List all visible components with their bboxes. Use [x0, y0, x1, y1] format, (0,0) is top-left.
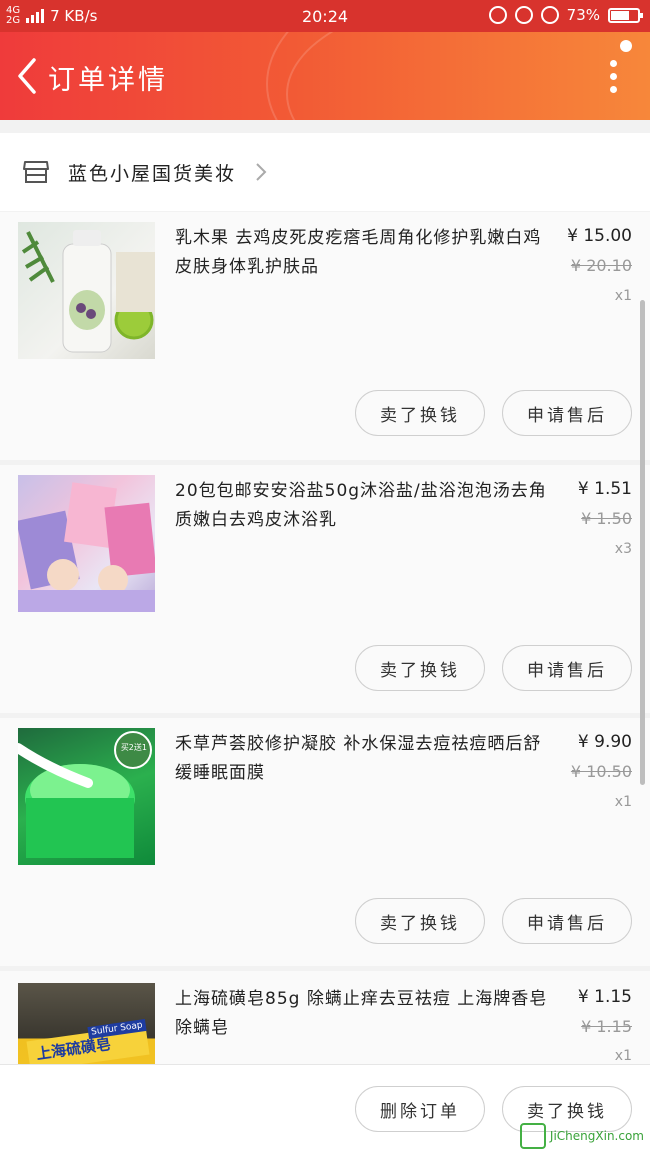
quantity: x1	[614, 288, 632, 304]
product-image[interactable]: 买2送1	[18, 728, 155, 865]
vibrate-icon	[488, 6, 507, 24]
product-price: ¥ 1.15	[577, 987, 632, 1007]
product-image[interactable]	[18, 222, 155, 359]
product-name[interactable]: 乳木果 去鸡皮死皮疙瘩毛周角化修护乳嫩白鸡皮肤身体乳护肤品	[175, 224, 555, 282]
shop-row[interactable]: 蓝色小屋国货美妆	[0, 133, 650, 211]
product-image[interactable]	[18, 475, 155, 612]
quantity: x1	[614, 1048, 632, 1064]
original-price: ¥ 10.50	[570, 762, 632, 781]
product-price: ¥ 1.51	[577, 479, 632, 499]
quantity: x1	[614, 794, 632, 810]
status-bar: 4G 2G 7 KB/s 20:24 73%	[0, 0, 650, 32]
notification-dot	[620, 40, 632, 52]
after-sales-button[interactable]: 申请售后	[502, 390, 632, 436]
back-arrow-icon[interactable]	[12, 56, 52, 96]
original-price: ¥ 1.50	[581, 509, 632, 528]
status-right: 73%	[488, 6, 643, 24]
sell-button[interactable]: 卖了换钱	[355, 898, 485, 944]
battery-fill	[611, 10, 629, 20]
bath-salt-packets-illustration	[18, 482, 155, 612]
header-decoration	[266, 32, 650, 120]
original-price: ¥ 20.10	[570, 256, 632, 275]
battery-icon	[608, 7, 643, 23]
product-price: ¥ 9.90	[577, 732, 632, 752]
order-item: 20包包邮安安浴盐50g沐浴盐/盐浴泡泡汤去角质嫩白去鸡皮沐浴乳 ¥ 1.51 …	[0, 465, 650, 713]
rotation-lock-icon	[514, 6, 533, 24]
app-header: 订单详情	[0, 32, 650, 120]
lotion-bottle-illustration	[21, 230, 155, 353]
watermark-text: JiChengXin.com	[549, 1129, 644, 1143]
after-sales-button[interactable]: 申请售后	[502, 898, 632, 944]
thumb-badge: 买2送1	[120, 743, 147, 752]
scrollbar[interactable]	[640, 300, 645, 785]
after-sales-button[interactable]: 申请售后	[502, 645, 632, 691]
watermark-logo	[519, 1123, 546, 1149]
order-item: 买2送1 禾草芦荟胶修护凝胶 补水保湿去痘祛痘晒后舒缓睡眠面膜 ¥ 9.90 ¥…	[0, 718, 650, 966]
more-icon[interactable]	[606, 60, 620, 96]
delete-order-button[interactable]: 删除订单	[355, 1086, 485, 1132]
order-item: 乳木果 去鸡皮死皮疙瘩毛周角化修护乳嫩白鸡皮肤身体乳护肤品 ¥ 15.00 ¥ …	[0, 212, 650, 460]
product-name[interactable]: 20包包邮安安浴盐50g沐浴盐/盐浴泡泡汤去角质嫩白去鸡皮沐浴乳	[175, 477, 555, 535]
product-name[interactable]: 禾草芦荟胶修护凝胶 补水保湿去痘祛痘晒后舒缓睡眠面膜	[175, 730, 555, 788]
page-title: 订单详情	[48, 65, 168, 96]
sell-button[interactable]: 卖了换钱	[355, 645, 485, 691]
shop-name: 蓝色小屋国货美妆	[68, 162, 237, 185]
alarm-icon	[540, 6, 559, 24]
battery-percent: 73%	[566, 6, 600, 24]
order-item: 上海硫磺皂 Sulfur Soap 上海硫磺皂85g 除螨止痒去豆祛痘 上海牌香…	[0, 971, 650, 1064]
original-price: ¥ 1.15	[581, 1017, 632, 1036]
watermark: JiChengXin.com	[519, 1123, 644, 1149]
product-image[interactable]: 上海硫磺皂 Sulfur Soap	[18, 983, 155, 1064]
chevron-right-icon	[256, 163, 267, 181]
quantity: x3	[614, 541, 632, 557]
product-name[interactable]: 上海硫磺皂85g 除螨止痒去豆祛痘 上海牌香皂 除螨皂	[175, 985, 555, 1043]
product-price: ¥ 15.00	[567, 226, 632, 246]
sell-button[interactable]: 卖了换钱	[355, 390, 485, 436]
store-icon	[23, 161, 49, 183]
